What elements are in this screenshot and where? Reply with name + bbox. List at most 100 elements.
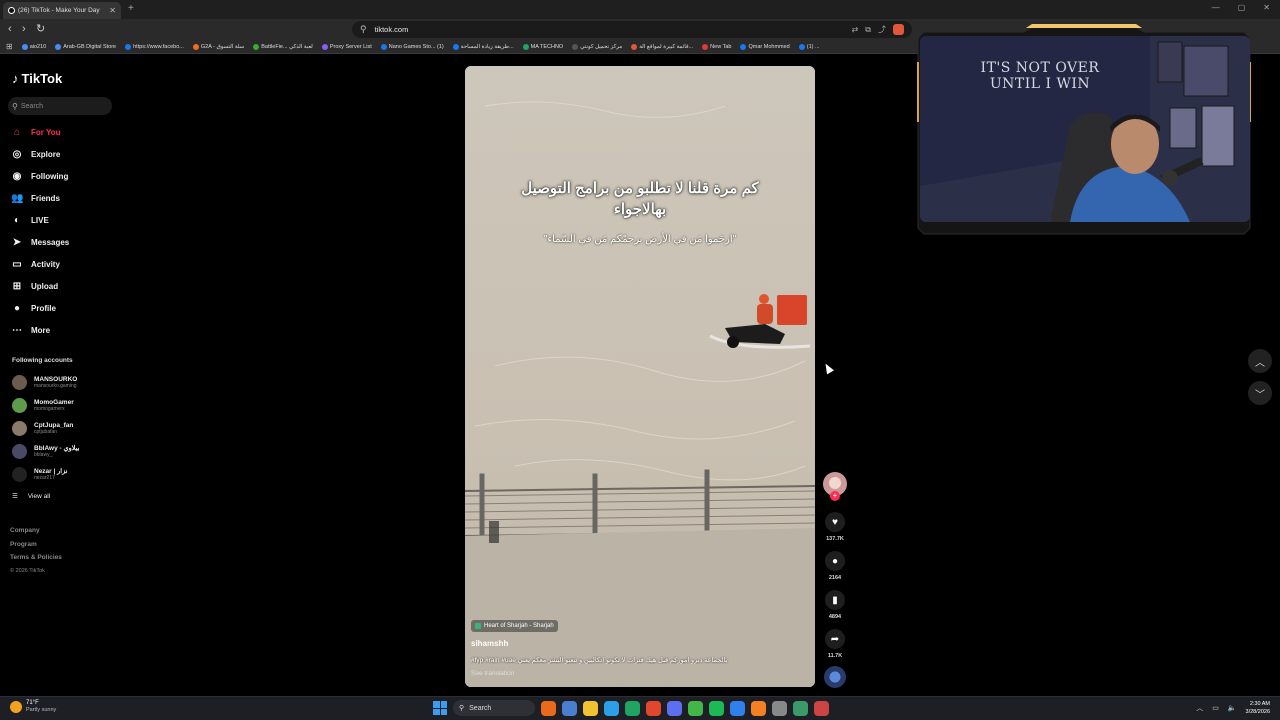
share-action[interactable]: ➦ 11.7K [823, 629, 847, 659]
taskbar-app-icon[interactable] [562, 700, 577, 716]
nav-item-for-you[interactable]: ⌂ For You [0, 121, 125, 143]
following-account[interactable]: Nezar | نزار nezar217 [0, 463, 125, 486]
taskbar-app-icon[interactable] [814, 700, 829, 716]
maximize-icon[interactable]: ▢ [1238, 3, 1246, 12]
previous-video-button[interactable]: ︿ [1248, 349, 1272, 373]
address-bar[interactable]: ⚲ tiktok.com ⇄ ⧉ ⤴ [352, 21, 912, 38]
close-tab-icon[interactable]: ✕ [109, 6, 116, 15]
network-icon[interactable]: ▭ [1212, 704, 1219, 712]
taskbar-app-icon[interactable] [625, 700, 640, 716]
tray-chevron-icon[interactable]: ︿ [1196, 703, 1203, 713]
account-name: MANSOURKO [34, 376, 78, 383]
see-translation-link[interactable]: See translation [471, 670, 514, 677]
weather-temp: 71°F [26, 700, 39, 706]
bookmark-save-icon[interactable]: ▮ [825, 590, 845, 610]
taskbar-search[interactable]: ⚲ Search [453, 700, 535, 716]
apps-grid-icon[interactable]: ⊞ [6, 42, 13, 51]
bookmark-item[interactable]: Nano Games Sto... (1) [380, 43, 444, 50]
heart-icon[interactable]: ♥ [825, 512, 845, 532]
taskbar-app-icon[interactable] [688, 700, 703, 716]
bookmark-item[interactable]: قائمة كبيرة لمواقع الة... [631, 43, 693, 50]
nav-item-more[interactable]: ⋯ More [0, 319, 125, 341]
account-handle: bblawy_ [34, 452, 53, 458]
following-icon: ◉ [12, 170, 22, 182]
translate-icon[interactable]: ⇄ [852, 25, 859, 34]
taskbar-app-icon[interactable] [604, 700, 619, 716]
footer-link[interactable]: Company [10, 524, 62, 538]
taskbar-app-icon[interactable] [793, 700, 808, 716]
share-icon[interactable]: ⤴ [878, 24, 886, 35]
back-icon[interactable]: ‹ [8, 23, 12, 35]
footer-link[interactable]: Program [10, 538, 62, 552]
following-account[interactable]: MomoGamer momogamerx [0, 394, 125, 417]
weather-widget[interactable]: 71°F Partly sunny [10, 700, 56, 714]
new-tab-button[interactable]: + [128, 3, 134, 14]
following-account[interactable]: CptJupa_fan cptjubafan [0, 417, 125, 440]
search-input[interactable]: ⚲ Search [8, 97, 112, 115]
taskbar-app-icon[interactable] [646, 700, 661, 716]
windows-start-icon[interactable] [433, 701, 447, 715]
video-player[interactable]: كم مرة قلنا لا تطلبو من برامج التوصيل به… [465, 66, 815, 687]
following-account[interactable]: MANSOURKO mansourko.gaming [0, 371, 125, 394]
taskbar-app-icon[interactable] [772, 700, 787, 716]
clock[interactable]: 2:30 AM 3/28/2026 [1246, 700, 1270, 716]
taskbar-app-icon[interactable] [583, 700, 598, 716]
taskbar-app-icon[interactable] [667, 700, 682, 716]
comment-icon[interactable]: ● [825, 551, 845, 571]
footer-link[interactable]: Terms & Policies [10, 551, 62, 565]
bookmark-item[interactable]: G2A - سلة التسوق [192, 43, 244, 50]
bookmark-item[interactable]: https://www.facebo... [125, 43, 184, 50]
music-disc-icon[interactable] [824, 666, 846, 688]
brave-shield-icon[interactable] [893, 24, 904, 35]
open-external-icon[interactable]: ⧉ [865, 25, 871, 35]
bookmark-item[interactable]: Proxy Server List [321, 43, 372, 50]
following-account[interactable]: BblAwy - بيلاوي bblawy_ [0, 440, 125, 463]
nav-label: Following [31, 171, 69, 181]
location-chip[interactable]: Heart of Sharjah - Sharjah [471, 620, 558, 632]
nav-item-messages[interactable]: ➤ Messages [0, 231, 125, 253]
share-arrow-icon[interactable]: ➦ [825, 629, 845, 649]
bookmark-item[interactable]: Arab-GB Digital Store [55, 43, 116, 50]
bookmark-item[interactable]: MA TECHNO [522, 43, 563, 50]
bookmark-item[interactable]: New Tab [702, 43, 731, 50]
save-action[interactable]: ▮ 4894 [823, 590, 847, 620]
nav-label: Explore [31, 149, 61, 159]
nav-item-live[interactable]: ◐ LIVE [0, 209, 125, 231]
minimize-icon[interactable]: — [1212, 3, 1220, 12]
friends-icon: 👥 [11, 192, 24, 204]
view-all-link[interactable]: ☰ View all [12, 492, 50, 501]
browser-tab[interactable]: (26) TikTok - Make Your Day ✕ [3, 2, 121, 19]
bookmark-item[interactable]: BattleFie... لعبة الذكي [253, 43, 313, 50]
next-video-button[interactable]: ﹀ [1248, 381, 1272, 405]
bookmark-item[interactable]: aio210 [21, 43, 46, 50]
like-action[interactable]: ♥ 137.7K [823, 512, 847, 542]
close-window-icon[interactable]: ✕ [1263, 3, 1270, 12]
volume-icon[interactable]: 🔈 [1228, 704, 1237, 712]
bookmark-item[interactable]: طريقة زيادة المساحة... [452, 43, 514, 50]
avatar [12, 444, 27, 459]
taskbar-app-icon[interactable] [541, 700, 556, 716]
nav-item-upload[interactable]: ⊞ Upload [0, 275, 125, 297]
bookmark-item[interactable]: (1) ... [798, 43, 820, 50]
reload-icon[interactable]: ↻ [36, 23, 45, 35]
bookmark-item[interactable]: مركز تحميل كونتي [572, 43, 622, 50]
bookmark-item[interactable]: Qmar Mohmmed [740, 43, 790, 50]
taskbar-app-icon[interactable] [751, 700, 766, 716]
follow-plus-icon[interactable]: + [830, 491, 840, 501]
nav-item-friends[interactable]: 👥 Friends [0, 187, 125, 209]
nav-item-profile[interactable]: ● Profile [0, 297, 125, 319]
account-name: MomoGamer [34, 399, 74, 406]
video-author[interactable]: sihamshh [471, 639, 508, 648]
forward-icon[interactable]: › [22, 23, 26, 35]
nav-item-explore[interactable]: ◎ Explore [0, 143, 125, 165]
bookmark-favicon-icon [522, 43, 529, 50]
taskbar-app-icon[interactable] [730, 700, 745, 716]
nav-item-following[interactable]: ◉ Following [0, 165, 125, 187]
nav-item-activity[interactable]: ▭ Activity [0, 253, 125, 275]
browser-tabstrip: (26) TikTok - Make Your Day ✕ + — ▢ ✕ [0, 0, 1280, 19]
comment-action[interactable]: ● 2164 [823, 551, 847, 581]
bookmark-icon[interactable]: ⚲ [360, 24, 367, 35]
logo-text: TikTok [21, 71, 63, 86]
tiktok-logo[interactable]: ♪ TikTok [12, 71, 62, 86]
taskbar-app-icon[interactable] [709, 700, 724, 716]
